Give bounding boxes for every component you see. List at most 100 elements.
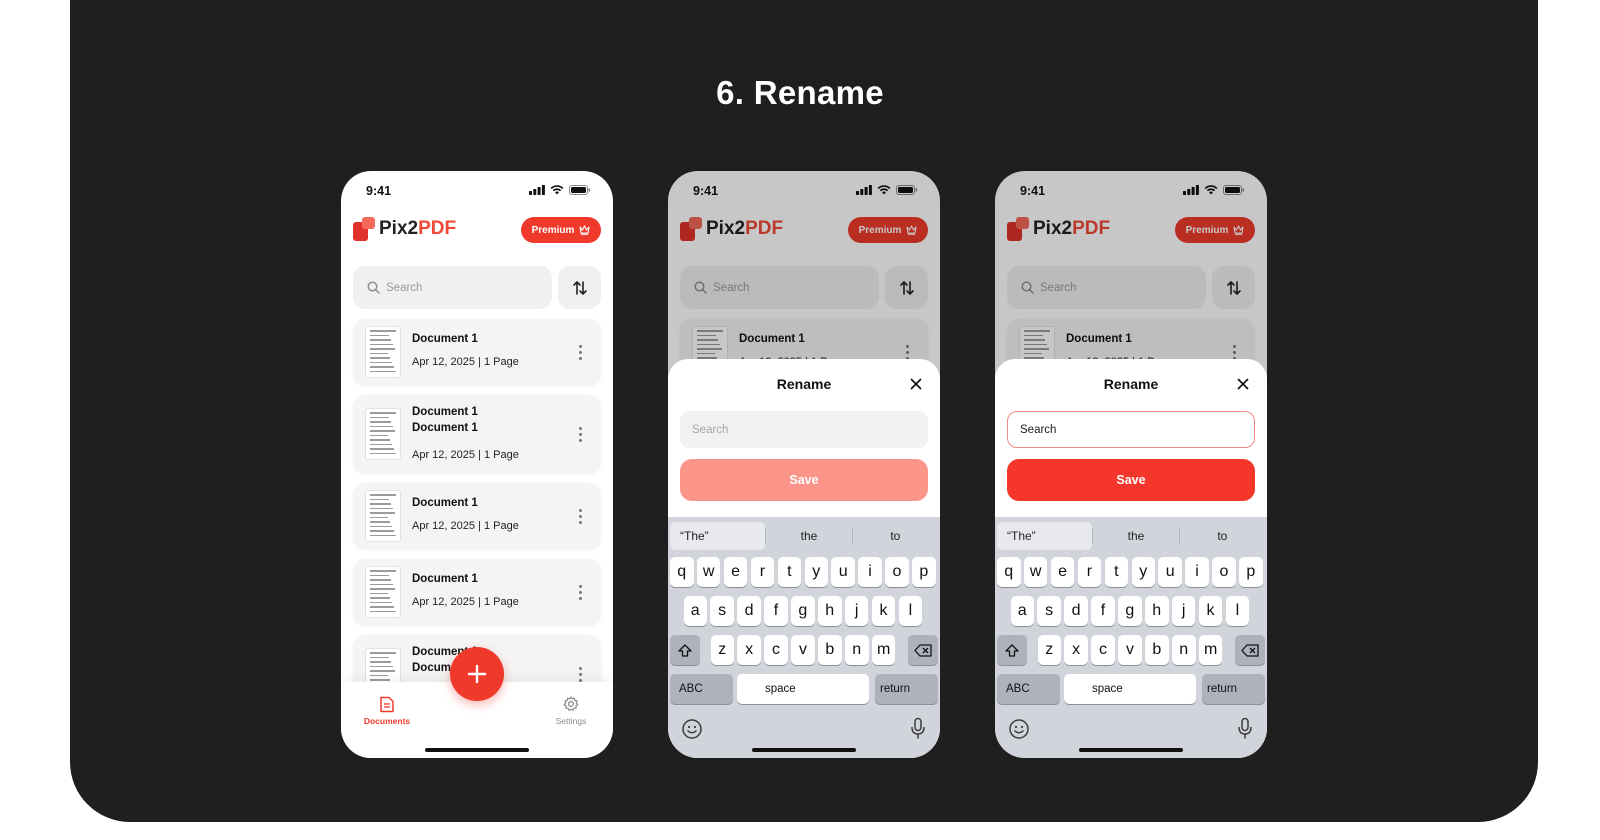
key-l[interactable]: l <box>1225 596 1250 626</box>
key-s[interactable]: s <box>1037 596 1061 626</box>
key-b[interactable]: b <box>818 635 842 665</box>
key-c[interactable]: c <box>764 635 788 665</box>
key-g[interactable]: g <box>1118 596 1142 626</box>
key-k[interactable]: k <box>1198 596 1223 626</box>
key-x[interactable]: x <box>737 635 761 665</box>
key-f[interactable]: f <box>764 596 788 626</box>
add-document-button[interactable] <box>450 647 504 701</box>
shift-key[interactable] <box>997 635 1027 665</box>
key-m[interactable]: m <box>1198 635 1223 665</box>
key-d[interactable]: d <box>1064 596 1088 626</box>
suggestion-item[interactable]: “The” <box>997 522 1093 550</box>
more-options-icon[interactable] <box>579 584 583 600</box>
abc-key[interactable]: ABC <box>997 674 1060 704</box>
key-t[interactable]: t <box>777 557 802 587</box>
home-indicator <box>752 748 856 752</box>
key-v[interactable]: v <box>1118 635 1142 665</box>
key-o[interactable]: o <box>1212 557 1236 587</box>
key-s[interactable]: s <box>710 596 734 626</box>
more-options-icon[interactable] <box>579 508 583 524</box>
rename-input[interactable] <box>680 411 928 448</box>
key-h[interactable]: h <box>818 596 842 626</box>
space-key[interactable]: space <box>1064 674 1196 704</box>
key-k[interactable]: k <box>871 596 896 626</box>
document-card[interactable]: Document 1 Apr 12, 2025 | 1 Page <box>353 559 601 625</box>
document-card[interactable]: Document 1 Apr 12, 2025 | 1 Page <box>353 483 601 549</box>
key-z[interactable]: z <box>1037 635 1061 665</box>
save-button[interactable]: Save <box>1007 459 1255 501</box>
close-button[interactable] <box>909 377 923 391</box>
suggestion-item[interactable]: “The” <box>670 522 766 550</box>
delete-key[interactable] <box>908 635 938 665</box>
microphone-icon[interactable] <box>910 717 926 741</box>
search-input[interactable]: Search <box>353 266 552 309</box>
key-y[interactable]: y <box>804 557 828 587</box>
emoji-icon[interactable] <box>681 718 703 740</box>
cellular-signal-icon <box>529 185 545 195</box>
key-e[interactable]: e <box>1050 557 1075 587</box>
suggestion-item[interactable]: the <box>1093 522 1178 550</box>
key-l[interactable]: l <box>898 596 923 626</box>
more-options-icon[interactable] <box>579 426 583 442</box>
key-q[interactable]: q <box>997 557 1021 587</box>
tab-documents[interactable]: Documents <box>347 696 427 726</box>
return-key[interactable]: return <box>875 674 938 704</box>
suggestion-item[interactable]: the <box>766 522 851 550</box>
key-v[interactable]: v <box>791 635 815 665</box>
key-z[interactable]: z <box>710 635 734 665</box>
suggestion-item[interactable]: to <box>853 522 938 550</box>
sort-button[interactable] <box>558 266 601 309</box>
key-w[interactable]: w <box>696 557 721 587</box>
microphone-icon[interactable] <box>1237 717 1253 741</box>
status-time: 9:41 <box>366 184 392 198</box>
shift-key[interactable] <box>670 635 700 665</box>
key-w[interactable]: w <box>1023 557 1048 587</box>
key-i[interactable]: i <box>1185 557 1209 587</box>
key-i[interactable]: i <box>858 557 882 587</box>
key-r[interactable]: r <box>1077 557 1102 587</box>
space-key[interactable]: space <box>737 674 869 704</box>
document-meta: Apr 12, 2025 | 1 Page <box>412 449 519 461</box>
key-b[interactable]: b <box>1145 635 1169 665</box>
key-a[interactable]: a <box>683 596 707 626</box>
key-j[interactable]: j <box>844 596 869 626</box>
return-key[interactable]: return <box>1202 674 1265 704</box>
close-button[interactable] <box>1236 377 1250 391</box>
key-t[interactable]: t <box>1104 557 1129 587</box>
key-x[interactable]: x <box>1064 635 1088 665</box>
document-card[interactable]: Document 1 Document 1 Apr 12, 2025 | 1 Pag… <box>353 395 601 473</box>
more-options-icon[interactable] <box>579 344 583 360</box>
rename-input[interactable] <box>1007 411 1255 448</box>
abc-key[interactable]: ABC <box>670 674 733 704</box>
key-g[interactable]: g <box>791 596 815 626</box>
key-r[interactable]: r <box>750 557 775 587</box>
keyboard-bottom-bar <box>668 714 940 752</box>
key-n[interactable]: n <box>845 635 869 665</box>
key-p[interactable]: p <box>1239 557 1263 587</box>
key-u[interactable]: u <box>1158 557 1182 587</box>
key-f[interactable]: f <box>1091 596 1115 626</box>
key-y[interactable]: y <box>1131 557 1155 587</box>
shift-icon <box>678 643 692 657</box>
key-o[interactable]: o <box>885 557 909 587</box>
tab-settings[interactable]: Settings <box>531 696 611 726</box>
key-p[interactable]: p <box>912 557 936 587</box>
key-m[interactable]: m <box>871 635 896 665</box>
document-card[interactable]: Document 1 Apr 12, 2025 | 1 Page <box>353 319 601 385</box>
key-h[interactable]: h <box>1145 596 1169 626</box>
key-c[interactable]: c <box>1091 635 1115 665</box>
save-button[interactable]: Save <box>680 459 928 501</box>
delete-key[interactable] <box>1235 635 1265 665</box>
premium-button[interactable]: Premium <box>521 217 601 243</box>
keyboard-row: qwertyuiop <box>668 557 940 587</box>
key-d[interactable]: d <box>737 596 761 626</box>
key-a[interactable]: a <box>1010 596 1034 626</box>
suggestion-item[interactable]: to <box>1180 522 1265 550</box>
key-n[interactable]: n <box>1172 635 1196 665</box>
key-j[interactable]: j <box>1171 596 1196 626</box>
key-e[interactable]: e <box>723 557 748 587</box>
key-q[interactable]: q <box>670 557 694 587</box>
more-options-icon[interactable] <box>579 666 583 682</box>
emoji-icon[interactable] <box>1008 718 1030 740</box>
key-u[interactable]: u <box>831 557 855 587</box>
